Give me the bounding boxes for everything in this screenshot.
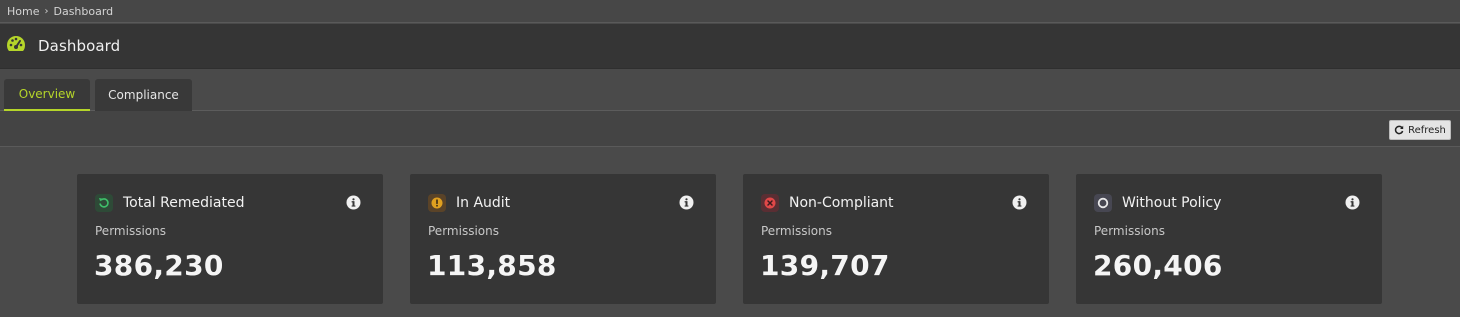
tab-compliance[interactable]: Compliance xyxy=(95,79,192,111)
card-value: 139,707 xyxy=(760,249,890,282)
chevron-right-icon: › xyxy=(44,5,49,17)
gauge-icon xyxy=(6,35,26,57)
ring-icon xyxy=(1094,194,1112,212)
breadcrumb: Home › Dashboard xyxy=(0,0,1460,23)
card-title: Non-Compliant xyxy=(789,195,894,211)
warning-icon xyxy=(428,194,446,212)
card-value: 113,858 xyxy=(427,249,557,282)
breadcrumb-home[interactable]: Home xyxy=(7,5,39,18)
tab-bar: Overview Compliance xyxy=(0,70,1460,111)
info-icon[interactable] xyxy=(1012,195,1027,210)
refresh-label: Refresh xyxy=(1408,124,1446,136)
refresh-icon xyxy=(1394,125,1404,135)
stat-card-in-audit: In Audit Permissions 113,858 xyxy=(410,174,716,304)
toolbar: Refresh xyxy=(0,111,1460,147)
page-title: Dashboard xyxy=(38,37,121,55)
card-subtitle: Permissions xyxy=(95,224,166,238)
page-header: Dashboard xyxy=(0,24,1460,69)
stat-card-total-remediated: Total Remediated Permissions 386,230 xyxy=(77,174,383,304)
card-value: 386,230 xyxy=(94,249,224,282)
breadcrumb-current: Dashboard xyxy=(53,4,114,18)
stat-card-non-compliant: Non-Compliant Permissions 139,707 xyxy=(743,174,1049,304)
info-icon[interactable] xyxy=(679,195,694,210)
remediate-icon xyxy=(95,194,113,212)
card-subtitle: Permissions xyxy=(1094,224,1165,238)
card-title: In Audit xyxy=(456,195,511,211)
stat-card-without-policy: Without Policy Permissions 260,406 xyxy=(1076,174,1382,304)
card-value: 260,406 xyxy=(1093,249,1223,282)
info-icon[interactable] xyxy=(346,195,361,210)
refresh-button[interactable]: Refresh xyxy=(1389,120,1451,140)
error-icon xyxy=(761,194,779,212)
card-subtitle: Permissions xyxy=(428,224,499,238)
tab-overview[interactable]: Overview xyxy=(4,79,90,111)
info-icon[interactable] xyxy=(1345,195,1360,210)
card-subtitle: Permissions xyxy=(761,224,832,238)
card-title: Without Policy xyxy=(1122,195,1222,211)
card-title: Total Remediated xyxy=(123,195,245,211)
